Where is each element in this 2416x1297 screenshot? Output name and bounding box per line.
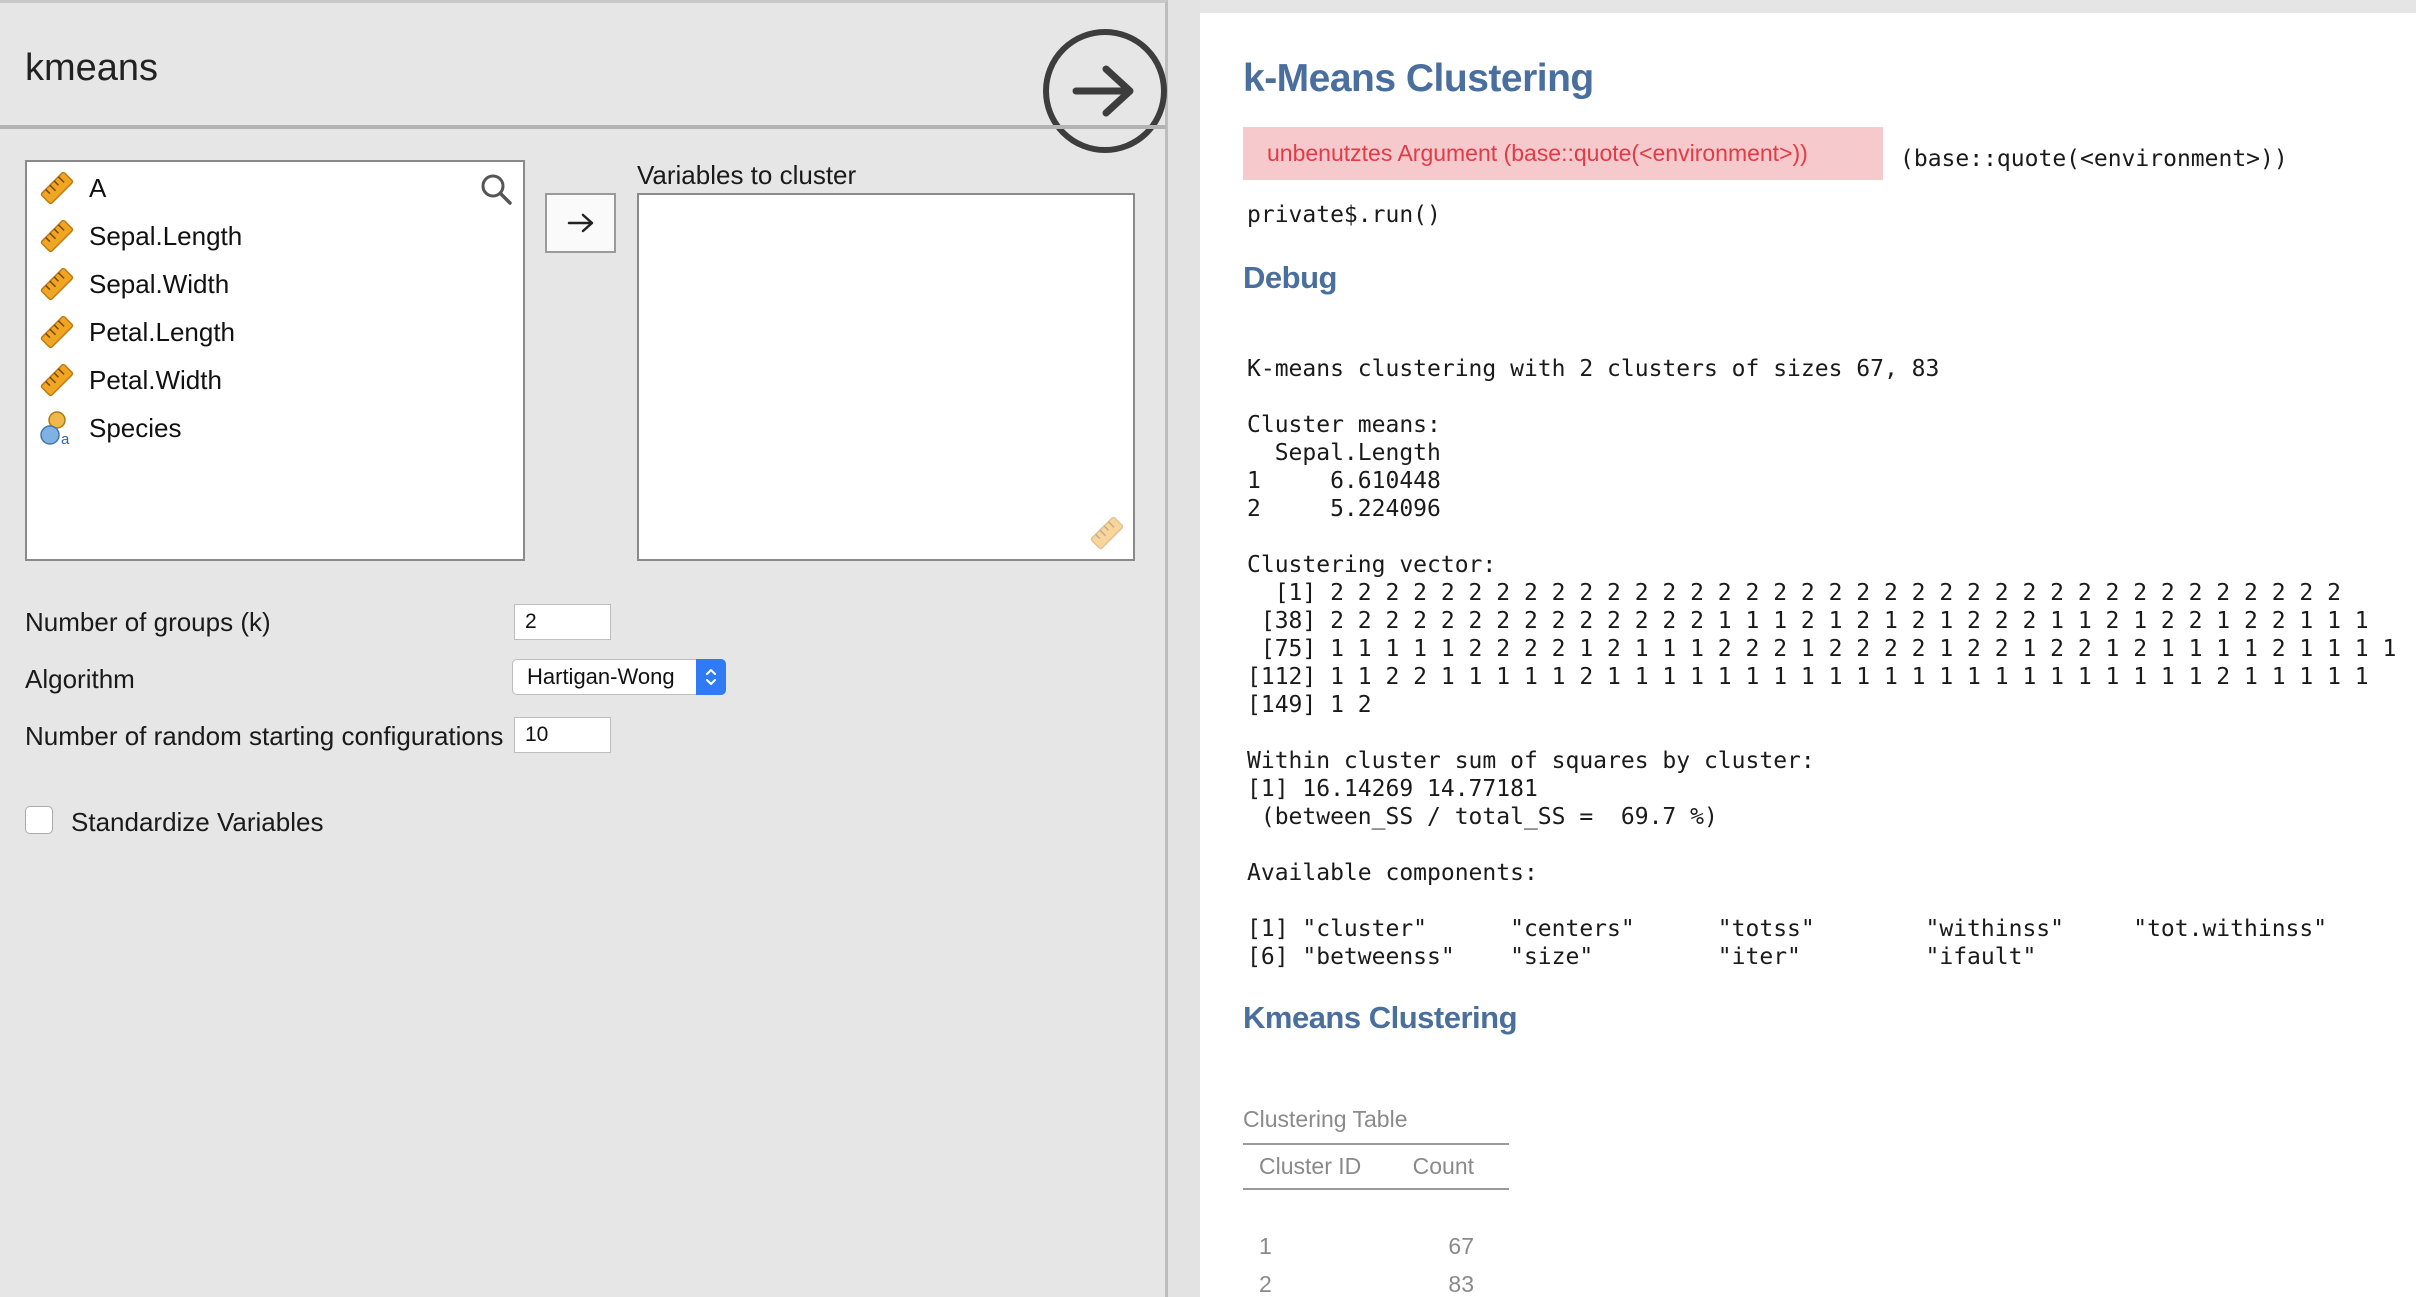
ruler-icon <box>1090 516 1124 550</box>
clustering-table-caption: Clustering Table <box>1243 1106 1408 1132</box>
select-arrows-icon <box>696 659 726 695</box>
search-icon[interactable] <box>479 172 513 206</box>
results-panel: k-Means Clustering unbenutztes Argument … <box>1200 13 2416 1297</box>
variables-to-cluster-label: Variables to cluster <box>637 160 857 190</box>
variable-label: Sepal.Width <box>89 268 230 299</box>
table-header-row: Cluster ID Count <box>1243 1145 1509 1190</box>
header-divider <box>0 125 1166 129</box>
variables-to-cluster-list[interactable] <box>637 193 1135 561</box>
variable-label: Petal.Length <box>89 316 236 347</box>
ruler-icon <box>40 315 74 349</box>
run-analysis-button[interactable] <box>1043 29 1167 153</box>
variable-label: Petal.Width <box>89 364 222 395</box>
algorithm-value: Hartigan-Wong <box>527 664 675 689</box>
column-header-cluster-id: Cluster ID <box>1243 1145 1390 1190</box>
ruler-icon <box>40 171 74 205</box>
error-message: unbenutztes Argument (base::quote(<envir… <box>1243 127 1883 180</box>
run-call-text: private$.run() <box>1247 202 1441 228</box>
panel-splitter[interactable] <box>1168 0 1200 1297</box>
variable-label: Sepal.Length <box>89 220 243 251</box>
column-header-count: Count <box>1389 1145 1509 1190</box>
table-row: 1 67 <box>1243 1227 1509 1265</box>
analysis-options-panel: kmeans A Sepal.Length Sepal.Width Petal.… <box>0 0 1168 1297</box>
ruler-icon <box>40 363 74 397</box>
arrow-right-icon <box>567 213 593 233</box>
svg-text:a: a <box>61 431 70 446</box>
ruler-icon <box>40 219 74 253</box>
algorithm-select[interactable]: Hartigan-Wong <box>512 659 726 695</box>
debug-heading: Debug <box>1243 260 1337 295</box>
error-code: (base::quote(<environment>)) <box>1900 146 2288 172</box>
variable-item-species[interactable]: a Species <box>39 408 182 448</box>
variable-item-petal-width[interactable]: Petal.Width <box>39 360 222 400</box>
variable-label: A <box>89 172 107 203</box>
count-cell: 67 <box>1448 1232 1474 1259</box>
variable-label: Species <box>89 412 182 443</box>
ruler-icon <box>40 267 74 301</box>
variable-item-sepal-width[interactable]: Sepal.Width <box>39 264 229 304</box>
random-starts-label: Number of random starting configurations <box>25 721 504 751</box>
number-of-groups-input[interactable] <box>514 604 611 640</box>
table-row: 2 83 <box>1243 1265 1509 1297</box>
random-starts-input[interactable] <box>514 717 611 753</box>
analysis-title: kmeans <box>25 47 159 89</box>
move-variable-button[interactable] <box>545 193 616 253</box>
arrow-right-icon <box>1072 65 1134 117</box>
variable-item-a[interactable]: A <box>39 168 106 208</box>
variable-item-petal-length[interactable]: Petal.Length <box>39 312 235 352</box>
count-cell: 83 <box>1448 1270 1474 1297</box>
kmeans-clustering-heading: Kmeans Clustering <box>1243 1000 1518 1035</box>
variable-item-sepal-length[interactable]: Sepal.Length <box>39 216 242 256</box>
debug-output: K-means clustering with 2 clusters of si… <box>1247 356 2397 970</box>
cluster-id-cell: 1 <box>1259 1232 1272 1259</box>
cluster-id-cell: 2 <box>1259 1270 1272 1297</box>
standardize-variables-label: Standardize Variables <box>71 807 324 837</box>
available-variables-list[interactable]: A Sepal.Length Sepal.Width Petal.Length <box>25 160 525 561</box>
algorithm-label: Algorithm <box>25 664 135 694</box>
standardize-variables-checkbox[interactable] <box>25 806 53 834</box>
clustering-table: Cluster ID Count 1 67 2 83 <box>1243 1143 1509 1297</box>
number-of-groups-label: Number of groups (k) <box>25 607 271 637</box>
nominal-icon: a <box>40 411 70 446</box>
results-title: k-Means Clustering <box>1243 57 1594 100</box>
